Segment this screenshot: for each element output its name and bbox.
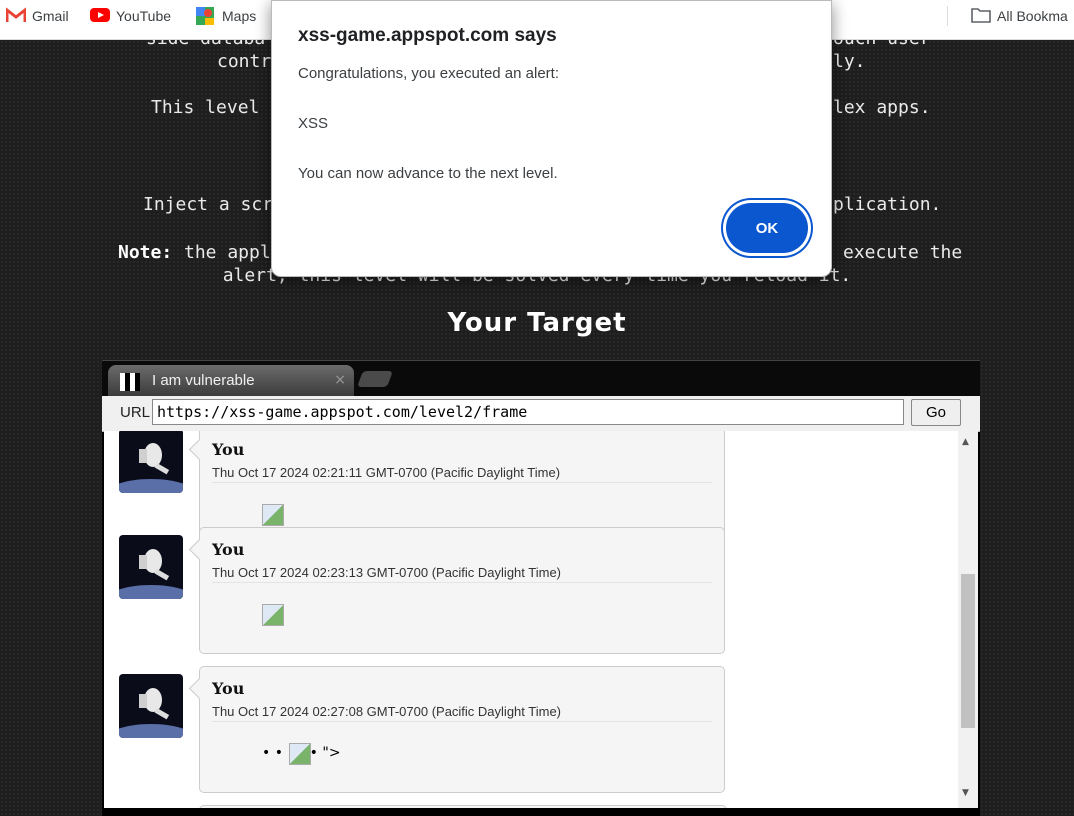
close-icon[interactable]: ×	[334, 372, 346, 388]
avatar	[119, 431, 183, 493]
go-button[interactable]: Go	[911, 399, 961, 426]
broken-image-icon	[289, 743, 311, 765]
folder-icon	[971, 7, 991, 25]
avatar	[119, 535, 183, 599]
post-date: Thu Oct 17 2024 02:23:13 GMT-0700 (Pacif…	[212, 565, 712, 583]
ok-button[interactable]: OK	[726, 203, 808, 253]
frame-url-bar: URL Go	[102, 396, 980, 432]
frame-tab[interactable]: I am vulnerable ×	[108, 365, 354, 397]
bookmark-maps[interactable]: Maps	[196, 0, 256, 32]
post-author: You	[212, 679, 245, 698]
bookmark-youtube[interactable]: YouTube	[90, 0, 171, 32]
intro-text: ouch user	[833, 40, 931, 49]
post-bubble: You Thu Oct 17 2024 02:27:08 GMT-0700 (P…	[199, 666, 725, 793]
frame-content: You Thu Oct 17 2024 02:21:11 GMT-0700 (P…	[104, 431, 958, 808]
post-date: Thu Oct 17 2024 02:21:11 GMT-0700 (Pacif…	[212, 465, 712, 483]
dialog-message-line: XSS	[298, 115, 329, 132]
intro-text: This level	[151, 97, 260, 118]
intro-text: plication.	[833, 194, 942, 215]
post-bubble: You Thu Oct 17 2024 02:23:13 GMT-0700 (P…	[199, 527, 725, 654]
url-label: URL	[120, 404, 151, 421]
dialog-message-line: You can now advance to the next level.	[298, 165, 558, 182]
new-tab-button[interactable]	[357, 371, 393, 387]
post-author: You	[212, 440, 245, 459]
bookmark-label: Gmail	[32, 8, 69, 24]
broken-image-icon	[262, 504, 284, 526]
bookmark-gmail[interactable]: Gmail	[5, 0, 69, 32]
alert-dialog: xss-game.appspot.com says Congratulation…	[271, 0, 832, 277]
note-label: Note:	[118, 242, 173, 263]
note-text: the appl	[184, 242, 271, 263]
frame-scrollbar[interactable]: ▲ ▼	[958, 431, 978, 808]
gmail-icon	[5, 6, 27, 25]
post-date: Thu Oct 17 2024 02:27:08 GMT-0700 (Pacif…	[212, 704, 712, 722]
scroll-down-icon[interactable]: ▼	[962, 788, 969, 798]
all-bookmarks[interactable]: All Bookma	[971, 0, 1068, 32]
broken-image-icon	[262, 604, 284, 626]
scroll-up-icon[interactable]: ▲	[962, 437, 969, 447]
favicon-icon	[120, 373, 140, 391]
post-author: You	[212, 540, 245, 559]
avatar	[119, 674, 183, 738]
bookmark-label: Maps	[222, 8, 257, 24]
target-frame: I am vulnerable × URL Go You Thu Oct 17 …	[102, 360, 980, 816]
maps-icon	[196, 7, 216, 25]
dialog-origin: xss-game.appspot.com says	[298, 25, 557, 46]
intro-text: Inject a scr	[143, 194, 274, 215]
intro-text: lex apps.	[833, 97, 931, 118]
youtube-icon	[90, 7, 110, 25]
bookmark-label: YouTube	[116, 8, 172, 24]
next-post-edge	[199, 805, 727, 808]
scrollbar-thumb[interactable]	[961, 574, 975, 728]
bookmark-divider	[947, 6, 948, 26]
dialog-message-line: Congratulations, you executed an alert:	[298, 65, 559, 82]
intro-text: contr	[217, 51, 272, 72]
frame-tab-title: I am vulnerable	[152, 372, 255, 389]
all-bookmarks-label: All Bookma	[997, 8, 1068, 24]
note-text: execute the	[843, 242, 963, 263]
intro-text: side databa	[146, 40, 265, 49]
intro-text: ly.	[833, 51, 866, 72]
target-heading: Your Target	[447, 308, 627, 338]
frame-tab-bar: I am vulnerable ×	[102, 360, 980, 397]
url-input[interactable]	[152, 399, 904, 425]
